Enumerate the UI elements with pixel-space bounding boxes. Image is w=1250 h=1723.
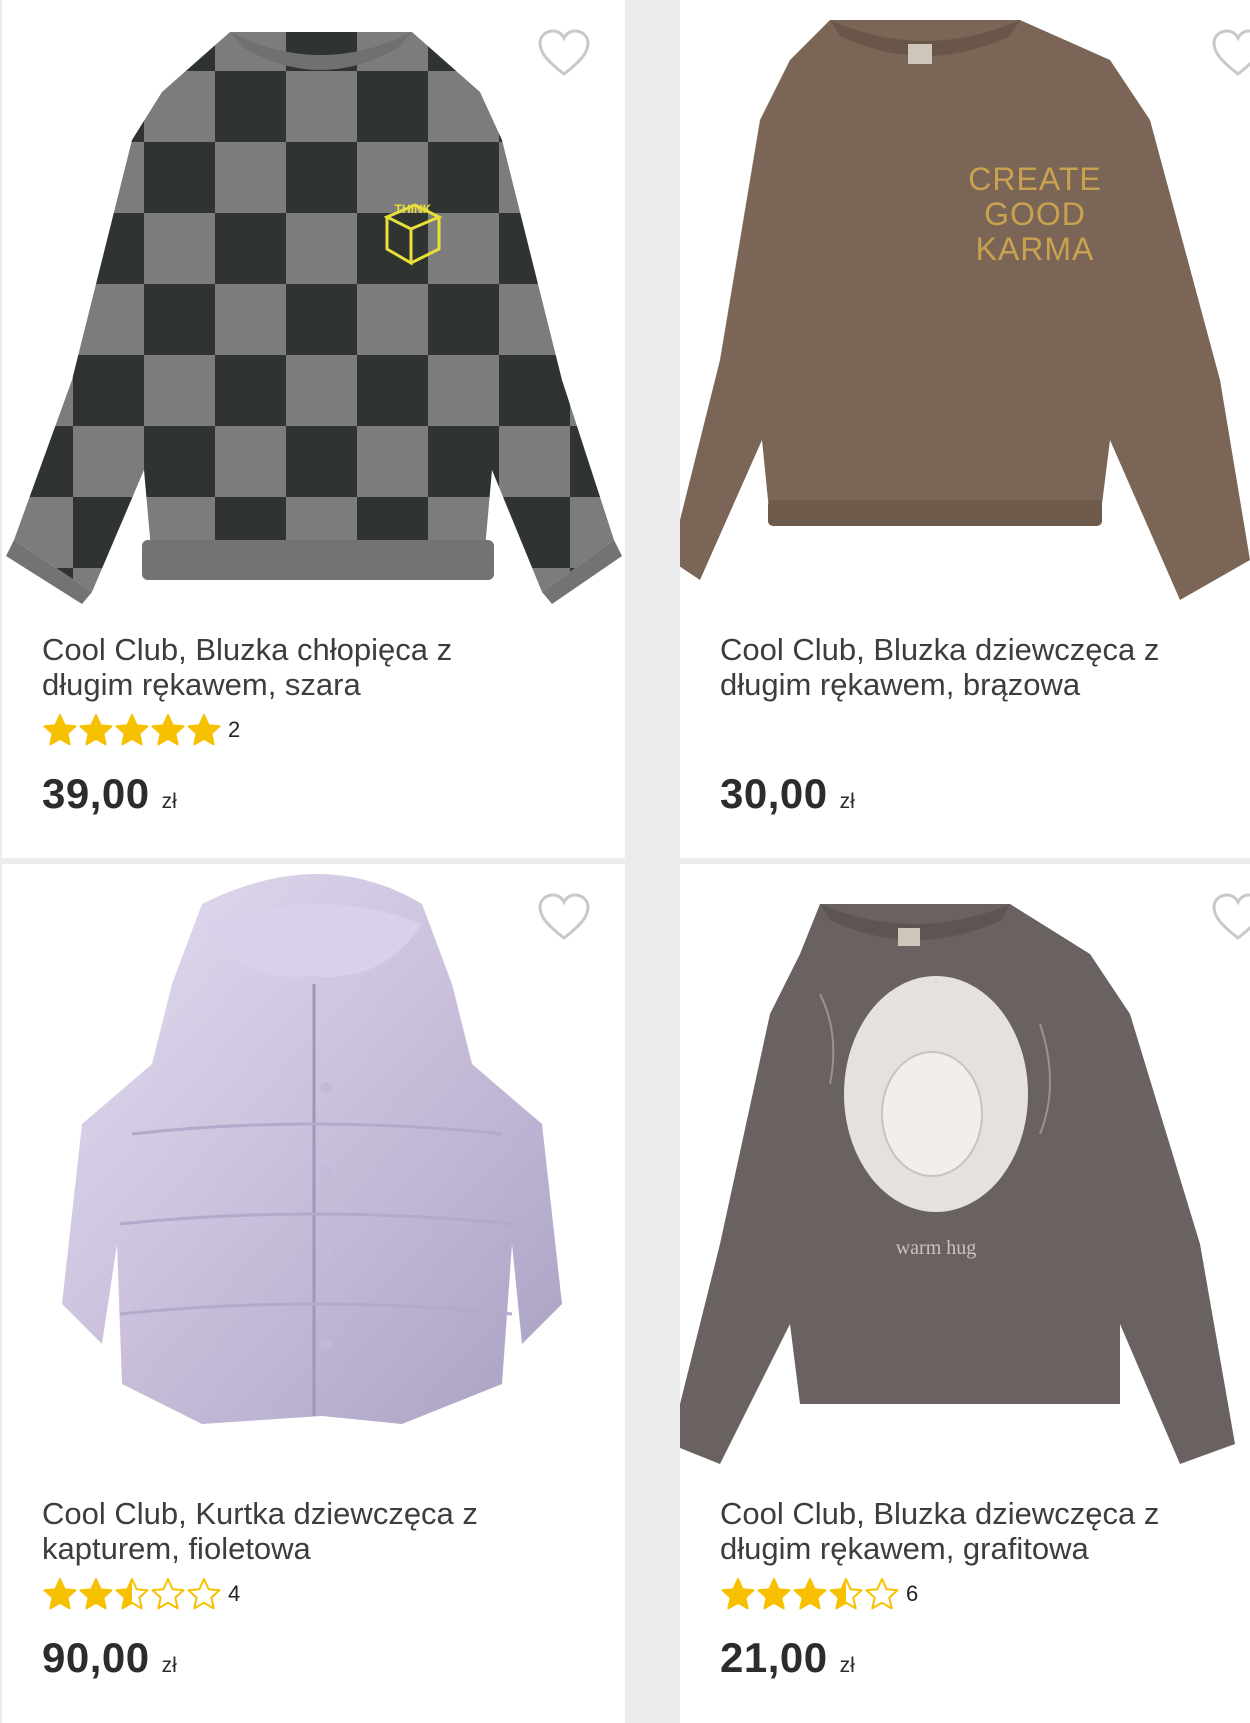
product-title[interactable]: Cool Club, Kurtka dziewczęca z kapturem,…: [42, 1496, 582, 1566]
star-empty-icon: [151, 1578, 185, 1610]
star-filled-icon: [115, 714, 149, 746]
product-title-line: Cool Club, Bluzka dziewczęca z: [720, 632, 1160, 667]
print-line: CREATE: [968, 161, 1102, 197]
gray-checkered-sweatshirt-illustration: THINK: [6, 32, 622, 604]
rating-stars: [42, 1577, 222, 1611]
star-filled-icon: [43, 1578, 77, 1610]
product-title-line: długim rękawem, szara: [42, 667, 361, 702]
price-currency: zł: [839, 1654, 855, 1677]
star-filled-icon: [151, 714, 185, 746]
star-empty-icon: [865, 1578, 899, 1610]
product-title[interactable]: Cool Club, Bluzka chłopięca z długim ręk…: [42, 632, 582, 702]
product-card[interactable]: THINK Cool Club, Bluzka chłopięca z dług…: [2, 0, 625, 858]
product-price: 39,00 zł: [42, 770, 177, 818]
rating-stars: [42, 713, 222, 747]
graphite-sweatshirt-illustration: [680, 904, 1235, 1464]
product-title[interactable]: Cool Club, Bluzka dziewczęca z długim rę…: [720, 632, 1250, 702]
product-title-line: Cool Club, Bluzka dziewczęca z: [720, 1496, 1160, 1531]
star-filled-icon: [187, 714, 221, 746]
product-title-line: długim rękawem, brązowa: [720, 667, 1081, 702]
price-currency: zł: [161, 790, 177, 813]
price-value: 90,00: [42, 1634, 150, 1681]
price-currency: zł: [161, 1654, 177, 1677]
rating-count: 6: [906, 1581, 919, 1606]
star-filled-icon: [79, 714, 113, 746]
heart-outline-icon[interactable]: [1210, 28, 1250, 80]
heart-outline-icon[interactable]: [1210, 892, 1250, 944]
print-line: KARMA: [975, 231, 1095, 267]
brown-sweatshirt-illustration: [680, 20, 1250, 600]
product-price: 21,00 zł: [720, 1634, 855, 1682]
star-filled-icon: [43, 714, 77, 746]
product-price: 90,00 zł: [42, 1634, 177, 1682]
product-rating: 2: [42, 712, 240, 748]
star-filled-icon: [757, 1578, 791, 1610]
product-title-line: Cool Club, Bluzka chłopięca z: [42, 632, 453, 667]
product-rating: 4: [42, 1576, 240, 1612]
star-half-icon: [115, 1578, 149, 1610]
star-half-icon: [829, 1578, 863, 1610]
price-value: 30,00: [720, 770, 828, 817]
rating-stars: [720, 1577, 900, 1611]
rating-count: 2: [228, 717, 241, 742]
print-text: CREATE GOOD KARMA: [935, 162, 1135, 267]
product-price: 30,00 zł: [720, 770, 855, 818]
product-image[interactable]: [2, 864, 625, 1469]
product-rating: 6: [720, 1576, 918, 1612]
lilac-puffer-jacket-illustration: [62, 874, 562, 1424]
product-title[interactable]: Cool Club, Bluzka dziewczęca z długim rę…: [720, 1496, 1250, 1566]
product-title-line: długim rękawem, grafitowa: [720, 1531, 1089, 1566]
product-card[interactable]: CREATE GOOD KARMA Cool Club, Bluzka dzie…: [680, 0, 1250, 858]
print-text: THINK: [395, 202, 432, 216]
star-filled-icon: [79, 1578, 113, 1610]
product-title-line: Cool Club, Kurtka dziewczęca z: [42, 1496, 478, 1531]
product-image[interactable]: warm hug: [680, 864, 1250, 1469]
price-currency: zł: [839, 790, 855, 813]
heart-outline-icon[interactable]: [536, 892, 592, 944]
print-text: warm hug: [895, 1237, 977, 1259]
product-image[interactable]: CREATE GOOD KARMA: [680, 0, 1250, 605]
product-image[interactable]: THINK: [2, 0, 625, 605]
price-value: 21,00: [720, 1634, 828, 1681]
price-value: 39,00: [42, 770, 150, 817]
rating-count: 4: [228, 1581, 241, 1606]
heart-outline-icon[interactable]: [536, 28, 592, 80]
star-filled-icon: [793, 1578, 827, 1610]
print-line: GOOD: [984, 196, 1086, 232]
product-title-line: kapturem, fioletowa: [42, 1531, 311, 1566]
star-empty-icon: [187, 1578, 221, 1610]
star-filled-icon: [721, 1578, 755, 1610]
product-card[interactable]: warm hug Cool Club, Bluzka dziewczęca z …: [680, 864, 1250, 1723]
product-card[interactable]: Cool Club, Kurtka dziewczęca z kapturem,…: [2, 864, 625, 1723]
